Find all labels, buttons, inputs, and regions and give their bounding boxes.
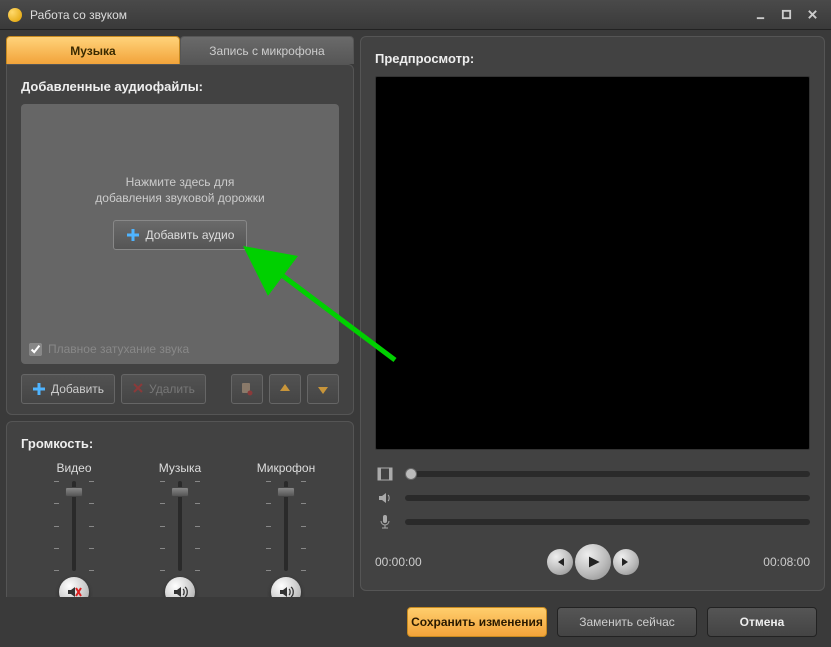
- prev-button[interactable]: [547, 549, 573, 575]
- move-down-button[interactable]: [307, 374, 339, 404]
- edit-button[interactable]: [231, 374, 263, 404]
- play-button[interactable]: [575, 544, 611, 580]
- replace-button[interactable]: Заменить сейчас: [557, 607, 697, 637]
- mic-icon: [375, 514, 395, 530]
- preview-title: Предпросмотр:: [375, 51, 810, 66]
- volume-music-label: Музыка: [159, 461, 201, 475]
- add-audio-button[interactable]: Добавить аудио: [113, 220, 248, 250]
- maximize-button[interactable]: [775, 6, 797, 24]
- volume-title: Громкость:: [21, 436, 339, 451]
- volume-video-label: Видео: [56, 461, 91, 475]
- move-up-button[interactable]: [269, 374, 301, 404]
- volume-mic-slider[interactable]: [266, 481, 306, 571]
- speaker-icon: [375, 490, 395, 506]
- cancel-button[interactable]: Отмена: [707, 607, 817, 637]
- close-button[interactable]: [801, 6, 823, 24]
- fade-checkbox[interactable]: [29, 343, 42, 356]
- audio-drop-area[interactable]: Нажмите здесь для добавления звуковой до…: [21, 104, 339, 364]
- next-button[interactable]: [613, 549, 639, 575]
- add-audio-label: Добавить аудио: [146, 228, 235, 242]
- volume-video: Видео: [27, 461, 122, 607]
- time-row: 00:00:00 00:08:00: [375, 544, 810, 580]
- time-total: 00:08:00: [763, 555, 810, 569]
- minimize-button[interactable]: [749, 6, 771, 24]
- fade-label: Плавное затухание звука: [48, 342, 189, 356]
- tabs: Музыка Запись с микрофона: [6, 36, 354, 64]
- volume-music-slider[interactable]: [160, 481, 200, 571]
- mic-track-slider[interactable]: [405, 519, 810, 525]
- add-label: Добавить: [51, 382, 104, 396]
- time-current: 00:00:00: [375, 555, 422, 569]
- window-title: Работа со звуком: [30, 8, 745, 22]
- plus-icon: [126, 228, 140, 242]
- film-icon: [375, 466, 395, 482]
- volume-mic: Микрофон: [239, 461, 334, 607]
- volume-video-slider[interactable]: [54, 481, 94, 571]
- preview-panel: Предпросмотр: 00:00:00: [360, 36, 825, 591]
- audio-files-title: Добавленные аудиофайлы:: [21, 79, 339, 94]
- video-preview[interactable]: [375, 76, 810, 450]
- x-icon: [132, 382, 144, 397]
- save-button[interactable]: Сохранить изменения: [407, 607, 547, 637]
- audio-toolbar: Добавить Удалить: [21, 374, 339, 404]
- volume-panel: Громкость: Видео Музыка: [6, 421, 354, 608]
- track-audio: [375, 490, 810, 506]
- app-icon: [8, 8, 22, 22]
- plus-icon: [32, 382, 46, 396]
- delete-button[interactable]: Удалить: [121, 374, 206, 404]
- track-video: [375, 466, 810, 482]
- fade-option[interactable]: Плавное затухание звука: [29, 342, 189, 356]
- tab-mic[interactable]: Запись с микрофона: [180, 36, 354, 64]
- volume-mic-label: Микрофон: [257, 461, 315, 475]
- titlebar: Работа со звуком: [0, 0, 831, 30]
- drop-hint-line1: Нажмите здесь для: [126, 175, 235, 189]
- drop-hint: Нажмите здесь для добавления звуковой до…: [95, 174, 264, 206]
- tab-music[interactable]: Музыка: [6, 36, 180, 64]
- footer: Сохранить изменения Заменить сейчас Отме…: [0, 597, 831, 647]
- drop-hint-line2: добавления звуковой дорожки: [95, 191, 264, 205]
- audio-files-panel: Добавленные аудиофайлы: Нажмите здесь дл…: [6, 64, 354, 415]
- play-controls: [547, 544, 639, 580]
- delete-label: Удалить: [149, 382, 195, 396]
- track-mic: [375, 514, 810, 530]
- add-button[interactable]: Добавить: [21, 374, 115, 404]
- volume-music: Музыка: [133, 461, 228, 607]
- audio-track-slider[interactable]: [405, 495, 810, 501]
- video-track-slider[interactable]: [405, 471, 810, 477]
